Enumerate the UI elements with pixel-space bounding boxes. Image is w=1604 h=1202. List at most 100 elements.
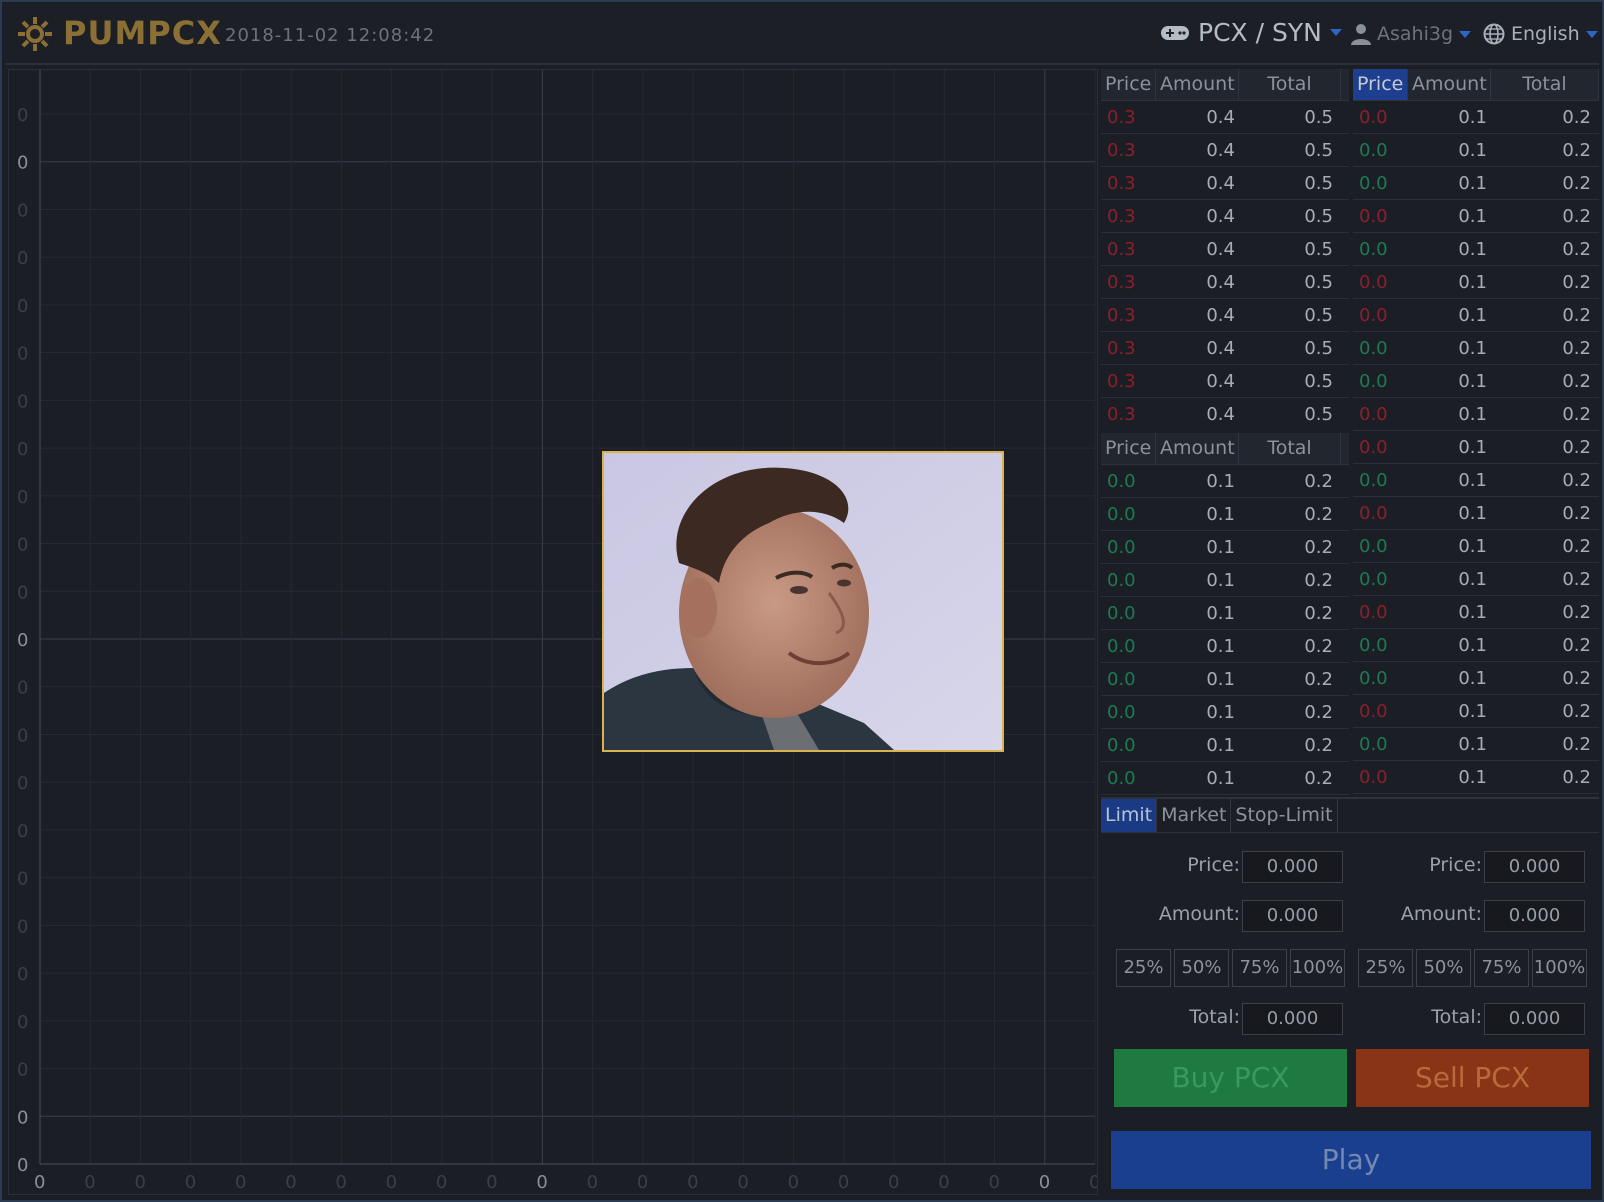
- language-selector[interactable]: English: [1483, 23, 1598, 45]
- col-price[interactable]: Price: [1101, 433, 1156, 464]
- table-row[interactable]: 0.3 0.4 0.5: [1101, 299, 1349, 332]
- table-row[interactable]: 0.0 0.1 0.2: [1353, 728, 1599, 761]
- col-total[interactable]: Total: [1239, 69, 1341, 100]
- table-row[interactable]: 0.0 0.1 0.2: [1353, 431, 1599, 464]
- table-row[interactable]: 0.0 0.1 0.2: [1353, 134, 1599, 167]
- tab-stop-limit[interactable]: Stop-Limit: [1231, 799, 1338, 832]
- row-amount: 0.1: [1458, 568, 1487, 590]
- table-row[interactable]: 0.0 0.1 0.2: [1101, 465, 1349, 498]
- table-row[interactable]: 0.0 0.1 0.2: [1353, 365, 1599, 398]
- table-row[interactable]: 0.0 0.1 0.2: [1353, 662, 1599, 695]
- play-button[interactable]: Play: [1111, 1131, 1591, 1189]
- table-row[interactable]: 0.0 0.1 0.2: [1353, 761, 1599, 794]
- gamepad-icon: [1161, 25, 1189, 40]
- row-amount: 0.4: [1206, 304, 1235, 326]
- pair-selector[interactable]: PCX / SYN: [1160, 18, 1342, 47]
- buy-amount-input[interactable]: 0.000: [1242, 900, 1343, 932]
- table-row[interactable]: 0.0 0.1 0.2: [1101, 564, 1349, 597]
- sell-total-label: Total:: [1431, 1006, 1482, 1028]
- col-amount[interactable]: Amount: [1408, 69, 1491, 100]
- table-row[interactable]: 0.0 0.1 0.2: [1101, 729, 1349, 762]
- table-row[interactable]: 0.0 0.1 0.2: [1101, 762, 1349, 795]
- sell-pct-75-button[interactable]: 75%: [1474, 949, 1529, 987]
- buy-button[interactable]: Buy PCX: [1114, 1049, 1347, 1107]
- buy-price-input[interactable]: 0.000: [1242, 851, 1343, 883]
- table-row[interactable]: 0.3 0.4 0.5: [1101, 365, 1349, 398]
- table-row[interactable]: 0.3 0.4 0.5: [1101, 200, 1349, 233]
- sell-pct-100-button[interactable]: 100%: [1532, 949, 1587, 987]
- row-total: 0.2: [1304, 602, 1333, 624]
- table-row[interactable]: 0.0 0.1 0.2: [1101, 696, 1349, 729]
- table-row[interactable]: 0.0 0.1 0.2: [1353, 332, 1599, 365]
- table-row[interactable]: 0.3 0.4 0.5: [1101, 398, 1349, 429]
- clock-datetime: 2018-11-02 12:08:42: [225, 25, 436, 46]
- buy-pct-75-button[interactable]: 75%: [1232, 949, 1287, 987]
- row-amount: 0.4: [1206, 139, 1235, 161]
- col-price[interactable]: Price: [1353, 69, 1408, 100]
- tab-market[interactable]: Market: [1157, 799, 1232, 832]
- table-row[interactable]: 0.3 0.4 0.5: [1101, 167, 1349, 200]
- row-amount: 0.1: [1206, 635, 1235, 657]
- col-amount[interactable]: Amount: [1156, 433, 1239, 464]
- col-price[interactable]: Price: [1101, 69, 1156, 100]
- col-total[interactable]: Total: [1239, 433, 1341, 464]
- buy-pct-100-button[interactable]: 100%: [1290, 949, 1345, 987]
- table-row[interactable]: 0.0 0.1 0.2: [1353, 464, 1599, 497]
- buy-total-input[interactable]: 0.000: [1242, 1003, 1343, 1035]
- table-row[interactable]: 0.3 0.4 0.5: [1101, 101, 1349, 134]
- table-row[interactable]: 0.0 0.1 0.2: [1353, 167, 1599, 200]
- table-row[interactable]: 0.3 0.4 0.5: [1101, 332, 1349, 365]
- x-axis-tick-label: 0: [888, 1172, 899, 1193]
- table-row[interactable]: 0.0 0.1 0.2: [1353, 695, 1599, 728]
- col-amount[interactable]: Amount: [1156, 69, 1239, 100]
- buy-pct-50-button[interactable]: 50%: [1174, 949, 1229, 987]
- table-row[interactable]: 0.0 0.1 0.2: [1353, 596, 1599, 629]
- sell-pct-25-button[interactable]: 25%: [1358, 949, 1413, 987]
- row-total: 0.2: [1562, 238, 1591, 260]
- row-amount: 0.1: [1458, 601, 1487, 623]
- row-total: 0.5: [1304, 106, 1333, 128]
- y-axis-tick-label: 0: [17, 200, 28, 221]
- table-row[interactable]: 0.0 0.1 0.2: [1353, 629, 1599, 662]
- table-row[interactable]: 0.0 0.1 0.2: [1353, 233, 1599, 266]
- table-row[interactable]: 0.3 0.4 0.5: [1101, 233, 1349, 266]
- row-total: 0.2: [1562, 634, 1591, 656]
- image-popup[interactable]: [602, 451, 1004, 752]
- sell-button[interactable]: Sell PCX: [1356, 1049, 1589, 1107]
- row-amount: 0.1: [1458, 106, 1487, 128]
- x-axis-tick-label: 0: [687, 1172, 698, 1193]
- app-logo[interactable]: PUMPCX: [63, 14, 222, 52]
- table-row[interactable]: 0.3 0.4 0.5: [1101, 134, 1349, 167]
- table-row[interactable]: 0.0 0.1 0.2: [1353, 563, 1599, 596]
- row-amount: 0.1: [1206, 602, 1235, 624]
- table-row[interactable]: 0.0 0.1 0.2: [1101, 597, 1349, 630]
- buy-pct-25-button[interactable]: 25%: [1116, 949, 1171, 987]
- table-row[interactable]: 0.0 0.1 0.2: [1353, 497, 1599, 530]
- table-row[interactable]: 0.0 0.1 0.2: [1101, 498, 1349, 531]
- sun-logo-icon: [18, 17, 52, 51]
- row-total: 0.2: [1562, 205, 1591, 227]
- sell-amount-input[interactable]: 0.000: [1484, 900, 1585, 932]
- row-price: 0.0: [1107, 701, 1136, 723]
- table-row[interactable]: 0.0 0.1 0.2: [1101, 663, 1349, 696]
- row-amount: 0.1: [1206, 734, 1235, 756]
- user-menu[interactable]: Asahi3g: [1351, 23, 1472, 45]
- tab-limit[interactable]: Limit: [1101, 799, 1158, 832]
- col-total[interactable]: Total: [1491, 69, 1599, 100]
- buy-orders: Price Amount Total 0.0 0.1 0.2 0.0 0.1 0.2 0.0…: [1101, 433, 1349, 797]
- table-row[interactable]: 0.0 0.1 0.2: [1353, 200, 1599, 233]
- table-row[interactable]: 0.0 0.1 0.2: [1101, 531, 1349, 564]
- row-total: 0.2: [1562, 733, 1591, 755]
- table-row[interactable]: 0.0 0.1 0.2: [1353, 101, 1599, 134]
- table-row[interactable]: 0.0 0.1 0.2: [1353, 530, 1599, 563]
- sell-pct-50-button[interactable]: 50%: [1416, 949, 1471, 987]
- sell-price-input[interactable]: 0.000: [1484, 851, 1585, 883]
- table-row[interactable]: 0.0 0.1 0.2: [1353, 266, 1599, 299]
- row-price: 0.3: [1107, 370, 1136, 392]
- row-price: 0.3: [1107, 172, 1136, 194]
- table-row[interactable]: 0.0 0.1 0.2: [1101, 630, 1349, 663]
- sell-total-input[interactable]: 0.000: [1484, 1003, 1585, 1035]
- table-row[interactable]: 0.0 0.1 0.2: [1353, 299, 1599, 332]
- table-row[interactable]: 0.3 0.4 0.5: [1101, 266, 1349, 299]
- table-row[interactable]: 0.0 0.1 0.2: [1353, 398, 1599, 431]
